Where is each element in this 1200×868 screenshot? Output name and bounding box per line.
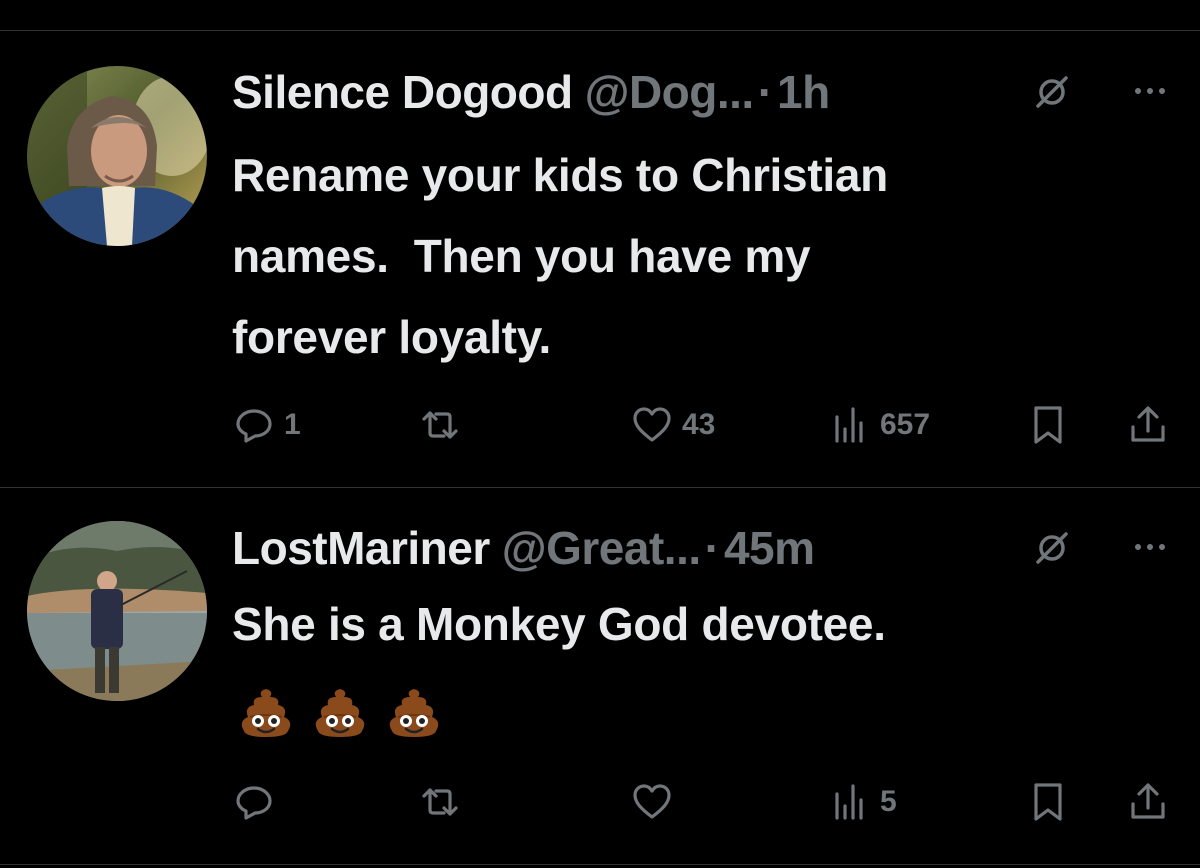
more-icon[interactable] xyxy=(1130,76,1170,106)
view-count: 657 xyxy=(880,408,931,441)
display-name[interactable]: LostMariner xyxy=(232,521,490,575)
bookmark-button[interactable] xyxy=(1026,403,1070,447)
tweet-header: LostMariner @Great... · 45m xyxy=(232,518,1170,578)
avatar-image xyxy=(27,521,207,701)
like-count: 43 xyxy=(682,408,716,441)
pile-of-poo-icon xyxy=(315,689,365,737)
separator-dot: · xyxy=(757,66,774,118)
reply-button[interactable] xyxy=(232,780,284,824)
pile-of-poo-icon xyxy=(241,689,291,737)
more-icon[interactable] xyxy=(1130,532,1170,562)
user-handle[interactable]: @Great... xyxy=(502,521,701,575)
retweet-icon xyxy=(422,788,458,816)
avatar[interactable] xyxy=(27,66,207,246)
timestamp[interactable]: 1h xyxy=(777,65,830,119)
retweet-button[interactable] xyxy=(418,403,470,447)
emoji-row xyxy=(236,683,444,743)
views-button[interactable]: 657 xyxy=(828,403,930,447)
bookmark-icon xyxy=(1034,406,1062,444)
retweet-icon xyxy=(422,411,458,439)
views-button[interactable]: 5 xyxy=(828,780,897,824)
share-icon xyxy=(1131,406,1165,442)
action-bar: 5 xyxy=(0,772,1200,832)
share-icon xyxy=(1131,783,1165,819)
action-bar: 1 43 657 xyxy=(0,395,1200,455)
avatar-image xyxy=(27,66,207,246)
reply-icon xyxy=(236,786,272,820)
separator-dot: · xyxy=(704,522,720,574)
retweet-button[interactable] xyxy=(418,780,470,824)
tweet[interactable]: Silence Dogood @Dog... · 1h Rename your … xyxy=(0,31,1200,487)
display-name[interactable]: Silence Dogood xyxy=(232,65,573,119)
grok-icon[interactable] xyxy=(1034,74,1070,110)
heart-icon xyxy=(633,407,671,442)
bookmark-icon xyxy=(1034,783,1062,821)
tweet[interactable]: LostMariner @Great... · 45m She is a Mon… xyxy=(0,488,1200,864)
share-button[interactable] xyxy=(1126,780,1170,824)
user-handle[interactable]: @Dog... xyxy=(585,65,755,119)
share-button[interactable] xyxy=(1126,403,1170,447)
like-button[interactable] xyxy=(630,780,682,824)
views-icon xyxy=(835,407,863,443)
avatar[interactable] xyxy=(27,521,207,701)
pile-of-poo-icon xyxy=(389,689,439,737)
grok-icon[interactable] xyxy=(1034,530,1070,566)
tweet-text: She is a Monkey God devotee. xyxy=(232,598,886,650)
reply-count: 1 xyxy=(284,408,301,441)
bottom-divider xyxy=(0,864,1200,865)
timestamp[interactable]: 45m xyxy=(724,521,815,575)
reply-icon xyxy=(236,409,272,443)
tweet-header: Silence Dogood @Dog... · 1h xyxy=(232,62,1170,122)
view-count: 5 xyxy=(880,785,897,818)
heart-icon xyxy=(633,784,671,819)
views-icon xyxy=(835,784,863,820)
tweet-text: Rename your kids to Christian names. The… xyxy=(232,149,888,363)
bookmark-button[interactable] xyxy=(1026,780,1070,824)
like-button[interactable]: 43 xyxy=(630,403,715,447)
reply-button[interactable]: 1 xyxy=(232,403,301,447)
